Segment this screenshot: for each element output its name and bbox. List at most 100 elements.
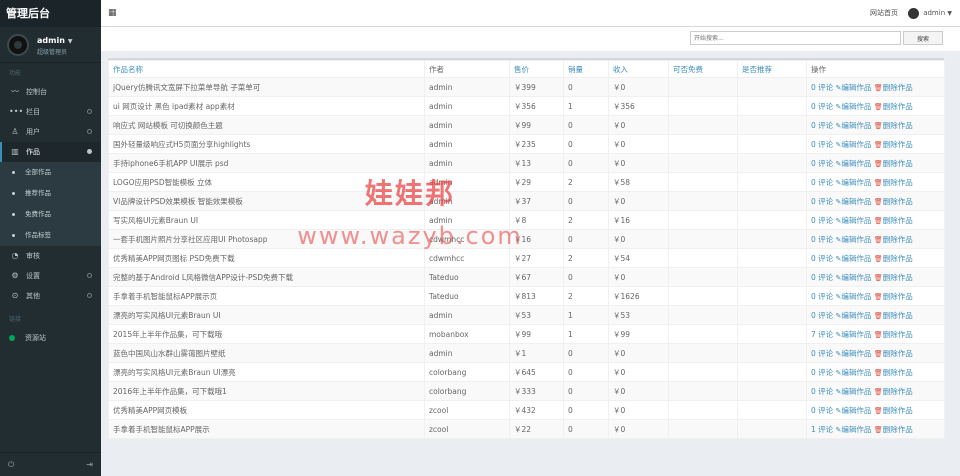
edit-work-button[interactable]: 编辑作品 — [841, 368, 871, 377]
cell-income: ￥356 — [608, 96, 669, 116]
edit-work-button[interactable]: 编辑作品 — [841, 349, 871, 358]
col-header-free[interactable]: 可否免费 — [668, 60, 738, 78]
sidebar-link-item[interactable]: 资源站 — [0, 328, 101, 348]
edit-work-button[interactable]: 编辑作品 — [841, 387, 871, 396]
col-header-recommend[interactable]: 是否推荐 — [737, 60, 807, 78]
edit-work-button[interactable]: 编辑作品 — [841, 406, 871, 415]
comments-link[interactable]: 0 评论 — [811, 235, 833, 244]
delete-work-button[interactable]: 删除作品 — [883, 216, 913, 225]
comments-link[interactable]: 0 评论 — [811, 140, 833, 149]
delete-work-button[interactable]: 删除作品 — [883, 197, 913, 206]
delete-work-button[interactable]: 删除作品 — [883, 254, 913, 263]
comments-link[interactable]: 0 评论 — [811, 83, 833, 92]
edit-work-button[interactable]: 编辑作品 — [841, 102, 871, 111]
search-input[interactable] — [690, 31, 901, 45]
user-name-wrap[interactable]: admin ▼ — [37, 36, 73, 45]
comments-link[interactable]: 1 评论 — [811, 425, 833, 434]
delete-work-button[interactable]: 删除作品 — [883, 235, 913, 244]
edit-work-button[interactable]: 编辑作品 — [841, 178, 871, 187]
top-user-menu[interactable]: admin ▼ — [908, 0, 952, 27]
edit-work-button[interactable]: 编辑作品 — [841, 273, 871, 282]
comments-link[interactable]: 0 评论 — [811, 121, 833, 130]
grid-menu-icon[interactable]: ▦ — [108, 9, 117, 18]
delete-work-button[interactable]: 删除作品 — [883, 121, 913, 130]
edit-work-button[interactable]: 编辑作品 — [841, 292, 871, 301]
comments-link[interactable]: 0 评论 — [811, 216, 833, 225]
comments-link[interactable]: 0 评论 — [811, 406, 833, 415]
table-row: 优秀精美APP网页模板 zcool ￥432 0 ￥0 0 评论 ✎编辑作品 🗑删除作品 — [108, 400, 945, 420]
sidebar-item-0-sidebar.items[interactable]: 〰控制台 — [0, 82, 101, 102]
delete-work-button[interactable]: 删除作品 — [883, 368, 913, 377]
expand-circle-icon — [87, 129, 92, 134]
search-button[interactable]: 搜索 — [903, 31, 943, 45]
sidebar-item-2-sidebar.items[interactable]: ♙ 用户 — [0, 122, 101, 142]
delete-work-button[interactable]: 删除作品 — [883, 349, 913, 358]
delete-work-button[interactable]: 删除作品 — [883, 273, 913, 282]
edit-work-button[interactable]: 编辑作品 — [841, 216, 871, 225]
trash-icon: 🗑 — [873, 102, 883, 111]
comments-link[interactable]: 0 评论 — [811, 159, 833, 168]
delete-work-button[interactable]: 删除作品 — [883, 406, 913, 415]
comments-link[interactable]: 0 评论 — [811, 349, 833, 358]
edit-work-button[interactable]: 编辑作品 — [841, 121, 871, 130]
cell-free — [668, 210, 738, 230]
sidebar-item-3-sidebar.items[interactable]: ▥ 作品 — [0, 142, 101, 162]
submenu-item[interactable]: 全部作品 — [0, 162, 101, 183]
site-home-link[interactable]: 网站首页 — [870, 0, 898, 27]
delete-work-button[interactable]: 删除作品 — [883, 425, 913, 434]
delete-work-button[interactable]: 删除作品 — [883, 140, 913, 149]
sidebar-item-0-sidebar.items_after[interactable]: ◔ 审核 — [0, 246, 101, 266]
submenu-item[interactable]: 作品标签 — [0, 225, 101, 246]
cell-price: ￥37 — [509, 191, 564, 211]
cell-sales: 0 — [563, 362, 609, 382]
delete-work-button[interactable]: 删除作品 — [883, 83, 913, 92]
edit-work-button[interactable]: 编辑作品 — [841, 140, 871, 149]
trash-icon: 🗑 — [873, 387, 883, 396]
cell-author: colorbang — [424, 362, 510, 382]
col-header-name[interactable]: 作品名称 — [108, 60, 425, 78]
edit-work-button[interactable]: 编辑作品 — [841, 197, 871, 206]
delete-work-button[interactable]: 删除作品 — [883, 178, 913, 187]
col-header-price[interactable]: 售价 — [509, 60, 564, 78]
comments-link[interactable]: 0 评论 — [811, 102, 833, 111]
sidebar-item-label: 审核 — [26, 252, 40, 260]
edit-work-button[interactable]: 编辑作品 — [841, 311, 871, 320]
comments-link[interactable]: 0 评论 — [811, 273, 833, 282]
delete-work-button[interactable]: 删除作品 — [883, 311, 913, 320]
cell-price: ￥645 — [509, 362, 564, 382]
comments-link[interactable]: 7 评论 — [811, 330, 833, 339]
comments-link[interactable]: 0 评论 — [811, 311, 833, 320]
sidebar-item-1-sidebar.items_after[interactable]: ⚙ 设置 — [0, 266, 101, 286]
comments-link[interactable]: 0 评论 — [811, 368, 833, 377]
submenu-item[interactable]: 免费作品 — [0, 204, 101, 225]
avatar[interactable] — [7, 34, 29, 56]
comments-link[interactable]: 0 评论 — [811, 292, 833, 301]
col-header-sales[interactable]: 销量 — [563, 60, 609, 78]
edit-work-button[interactable]: 编辑作品 — [841, 425, 871, 434]
edit-work-button[interactable]: 编辑作品 — [841, 83, 871, 92]
submenu-item[interactable]: 推荐作品 — [0, 183, 101, 204]
col-header-income[interactable]: 收入 — [608, 60, 669, 78]
delete-work-button[interactable]: 删除作品 — [883, 102, 913, 111]
edit-work-button[interactable]: 编辑作品 — [841, 254, 871, 263]
table-row: 手持iphone6手机APP UI展示 psd admin ￥13 0 ￥0 0 评论 ✎… — [108, 153, 945, 173]
sidebar-item-1-sidebar.items[interactable]: ••• 栏目 — [0, 102, 101, 122]
delete-work-button[interactable]: 删除作品 — [883, 292, 913, 301]
power-icon[interactable]: ⏻ — [8, 460, 14, 470]
edit-work-button[interactable]: 编辑作品 — [841, 235, 871, 244]
logout-icon[interactable]: ⇥ — [86, 460, 93, 469]
edit-work-button[interactable]: 编辑作品 — [841, 330, 871, 339]
comments-link[interactable]: 0 评论 — [811, 197, 833, 206]
comments-link[interactable]: 0 评论 — [811, 178, 833, 187]
cell-income: ￥0 — [608, 115, 669, 135]
delete-work-button[interactable]: 删除作品 — [883, 387, 913, 396]
cell-actions: 0 评论 ✎编辑作品 🗑删除作品 — [806, 305, 945, 325]
comments-link[interactable]: 0 评论 — [811, 387, 833, 396]
edit-work-button[interactable]: 编辑作品 — [841, 159, 871, 168]
delete-work-button[interactable]: 删除作品 — [883, 159, 913, 168]
delete-work-button[interactable]: 删除作品 — [883, 330, 913, 339]
comments-link[interactable]: 0 评论 — [811, 254, 833, 263]
bullet-icon — [12, 191, 15, 195]
sidebar-item-label: 栏目 — [26, 108, 40, 116]
sidebar-item-2-sidebar.items_after[interactable]: ⊙ 其他 — [0, 286, 101, 306]
